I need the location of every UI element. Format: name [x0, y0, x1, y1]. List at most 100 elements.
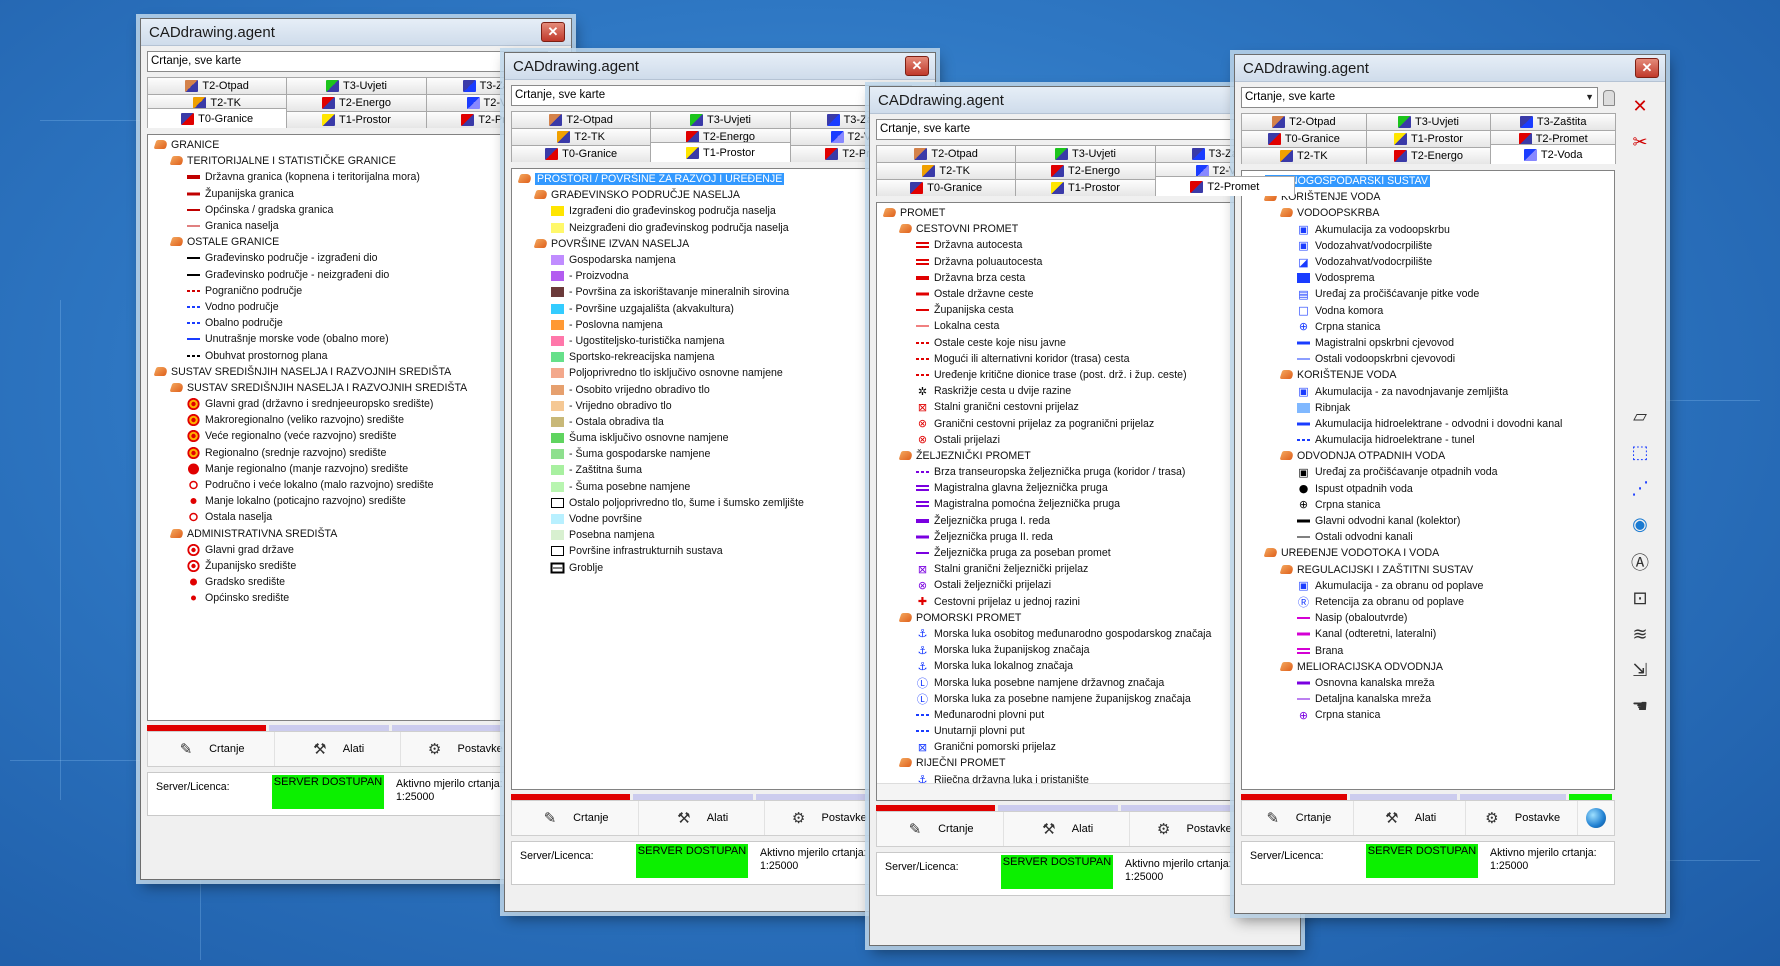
tab-t2tk[interactable]: T2-TK: [876, 162, 1017, 179]
tab-t3zastita[interactable]: T3-Zaštita: [1490, 113, 1617, 130]
tree-legend-item[interactable]: Vodosprema: [1242, 270, 1614, 286]
tree-legend-item[interactable]: Sportsko-rekreacijska namjena: [512, 349, 928, 365]
tree-legend-item[interactable]: Međunarodni plovni put: [877, 707, 1293, 723]
tree-legend-item[interactable]: Ostale ceste koje nisu javne: [877, 335, 1293, 351]
tree-legend-item[interactable]: Građevinsko područje - neizgrađeni dio: [148, 267, 564, 283]
tree-legend-item[interactable]: Unutrašnje morske vode (obalno more): [148, 331, 564, 347]
tree-folder-item[interactable]: TERITORIJALNE I STATISTIČKE GRANICE: [148, 153, 564, 169]
tree-legend-item[interactable]: Izgrađeni dio građevinskog područja nase…: [512, 203, 928, 219]
annotate-button[interactable]: Ⓐ: [1624, 547, 1656, 577]
tree-legend-item[interactable]: Kanal (odteretni, lateralni): [1242, 626, 1614, 642]
crtanje-button[interactable]: ✎ Crtanje: [1242, 801, 1354, 835]
horizontal-scrollbar[interactable]: [877, 783, 1277, 800]
select-box-button[interactable]: ⊡: [1624, 583, 1656, 613]
tree-legend-item[interactable]: ⊕ Crpna stanica: [1242, 497, 1614, 513]
hatch-button[interactable]: ⬚: [1624, 437, 1656, 467]
tab-t3uvjeti[interactable]: T3-Uvjeti: [286, 77, 427, 94]
tree-folder-item[interactable]: UREĐENJE VODOTOKA I VODA: [1242, 545, 1614, 561]
tree-legend-item[interactable]: - Površine uzgajališta (akvakultura): [512, 301, 928, 317]
alati-button[interactable]: ⚒ Alati: [1354, 801, 1466, 835]
tree-folder-item[interactable]: ODVODNJA OTPADNIH VODA: [1242, 448, 1614, 464]
tab-t3uvjeti[interactable]: T3-Uvjeti: [1365, 113, 1492, 130]
tree-legend-item[interactable]: Pogranično područje: [148, 283, 564, 299]
tree-legend-item[interactable]: Područno i veće lokalno (malo razvojno) …: [148, 477, 564, 493]
tree-legend-item[interactable]: Županijska granica: [148, 186, 564, 202]
tree-folder-item[interactable]: ŽELJEZNIČKI PROMET: [877, 448, 1293, 464]
tab-t3uvjeti[interactable]: T3-Uvjeti: [1015, 145, 1156, 162]
tree-folder-item[interactable]: POMORSKI PROMET: [877, 610, 1293, 626]
tree-legend-item[interactable]: Gospodarska namjena: [512, 252, 928, 268]
tab-t1prostor[interactable]: T1-Prostor: [650, 142, 791, 162]
tree-folder-item[interactable]: VODOOPSKRBA: [1242, 205, 1614, 221]
tree-legend-item[interactable]: Glavni grad (državno i srednjeeuropsko s…: [148, 396, 564, 412]
tab-t3uvjeti[interactable]: T3-Uvjeti: [650, 111, 791, 128]
tree-legend-item[interactable]: Granica naselja: [148, 218, 564, 234]
map-selector-dropdown[interactable]: Crtanje, sve karte▼: [511, 85, 912, 106]
tree-legend-item[interactable]: Županijsko središte: [148, 558, 564, 574]
tree-legend-item[interactable]: Uređenje kritične dionice trase (post. d…: [877, 367, 1293, 383]
tree-legend-item[interactable]: Ostali odvodni kanali: [1242, 529, 1614, 545]
tree-folder-item[interactable]: RIJEČNI PROMET: [877, 755, 1293, 771]
tree-legend-item[interactable]: ⊗ Ostali prijelazi: [877, 432, 1293, 448]
tab-t2otpad[interactable]: T2-Otpad: [147, 77, 288, 94]
tree-folder-item[interactable]: GRAĐEVINSKO PODRUČJE NASELJA: [512, 187, 928, 203]
tree-legend-item[interactable]: Glavni grad države: [148, 542, 564, 558]
tree-legend-item[interactable]: - Zaštitna šuma: [512, 462, 928, 478]
alati-button[interactable]: ⚒ Alati: [275, 732, 402, 766]
tree-legend-item[interactable]: ◪ Vodozahvat/vodocrpilište: [1242, 254, 1614, 270]
tree-folder-item[interactable]: CESTOVNI PROMET: [877, 221, 1293, 237]
hand-button[interactable]: ☚: [1624, 691, 1656, 721]
tree-legend-item[interactable]: ⊕ Crpna stanica: [1242, 319, 1614, 335]
trim-button[interactable]: ✂: [1624, 127, 1656, 157]
tree-legend-item[interactable]: ▣ Akumulacija - za navodnjavanje zemljišt…: [1242, 383, 1614, 399]
tree-legend-item[interactable]: □ Vodna komora: [1242, 303, 1614, 319]
tree-legend-item[interactable]: ⚓ Morska luka osobitog međunarodno gospod…: [877, 626, 1293, 642]
tree-legend-item[interactable]: Županijska cesta: [877, 302, 1293, 318]
tree-legend-item[interactable]: ▣ Vodozahvat/vodocrpilište: [1242, 238, 1614, 254]
tree-legend-item[interactable]: - Vrijedno obradivo tlo: [512, 398, 928, 414]
tree-legend-item[interactable]: - Proizvodna: [512, 268, 928, 284]
tree-legend-item[interactable]: Vodno područje: [148, 299, 564, 315]
legend-tree[interactable]: VODNOGOSPODARSKI SUSTAV KORIŠTENJE VODA VO…: [1241, 170, 1615, 790]
tree-legend-item[interactable]: Veće regionalno (veće razvojno) središte: [148, 428, 564, 444]
alati-button[interactable]: ⚒ Alati: [639, 801, 766, 835]
tree-legend-item[interactable]: Ostala naselja: [148, 509, 564, 525]
tree-folder-item[interactable]: KORIŠTENJE VODA: [1242, 189, 1614, 205]
tree-legend-item[interactable]: Ⓛ Morska luka posebne namjene državnog zn…: [877, 674, 1293, 690]
tree-legend-item[interactable]: Brana: [1242, 642, 1614, 658]
tab-t2energo[interactable]: T2-Energo: [1365, 147, 1492, 164]
tree-folder-item[interactable]: PROMET: [877, 205, 1293, 221]
tree-legend-item[interactable]: Obalno područje: [148, 315, 564, 331]
tree-legend-item[interactable]: Magistralna pomoćna željeznička pruga: [877, 496, 1293, 512]
tree-legend-item[interactable]: Državna poluautocesta: [877, 254, 1293, 270]
tree-folder-item[interactable]: GRANICE: [148, 137, 564, 153]
tree-legend-item[interactable]: - Poslovna namjena: [512, 317, 928, 333]
tab-t0granice[interactable]: T0-Granice: [511, 145, 652, 162]
tree-legend-item[interactable]: Nasip (obaloutvrde): [1242, 610, 1614, 626]
tree-legend-item[interactable]: Ostale državne ceste: [877, 286, 1293, 302]
legend-tree[interactable]: PROSTORI / POVRŠINE ZA RAZVOJ I UREĐENJE…: [511, 168, 929, 790]
tree-legend-item[interactable]: Željeznička pruga za poseban promet: [877, 545, 1293, 561]
tree-legend-item[interactable]: Akumulacija hidroelektrane - tunel: [1242, 432, 1614, 448]
tree-legend-item[interactable]: Ostalo poljoprivredno tlo, šume i šumsko…: [512, 495, 928, 511]
tab-t1prostor[interactable]: T1-Prostor: [1365, 130, 1492, 147]
tree-legend-item[interactable]: - Ugostiteljsko-turistička namjena: [512, 333, 928, 349]
close-button[interactable]: ✕: [541, 22, 565, 42]
tree-legend-item[interactable]: ▤ Uređaj za pročišćavanje pitke vode: [1242, 286, 1614, 302]
tree-legend-item[interactable]: Makroregionalno (veliko razvojno) središ…: [148, 412, 564, 428]
tree-folder-item[interactable]: ADMINISTRATIVNA SREDIŠTA: [148, 526, 564, 542]
tree-legend-item[interactable]: Ostali vodoopskrbni cjevovodi: [1242, 351, 1614, 367]
tree-legend-item[interactable]: Groblje: [512, 560, 928, 576]
delete-button[interactable]: ✕: [1624, 91, 1656, 121]
tab-t2otpad[interactable]: T2-Otpad: [511, 111, 652, 128]
tree-legend-item[interactable]: ⊠ Stalni granični željeznički prijelaz: [877, 561, 1293, 577]
tree-legend-item[interactable]: ✲ Raskrižje cesta u dvije razine: [877, 383, 1293, 399]
legend-tree[interactable]: GRANICE TERITORIJALNE I STATISTIČKE GRANI…: [147, 134, 565, 721]
tree-legend-item[interactable]: - Površina za iskorištavanje mineralnih …: [512, 284, 928, 300]
tab-t2tk[interactable]: T2-TK: [1241, 147, 1367, 164]
postavke-button[interactable]: ⚙ Postavke: [1466, 801, 1578, 835]
tree-legend-item[interactable]: Površine infrastrukturnih sustava: [512, 543, 928, 559]
tree-legend-item[interactable]: Manje lokalno (poticajno razvojno) sredi…: [148, 493, 564, 509]
vertical-scrollbar[interactable]: [1609, 171, 1614, 789]
lock-icon[interactable]: [1603, 89, 1615, 106]
